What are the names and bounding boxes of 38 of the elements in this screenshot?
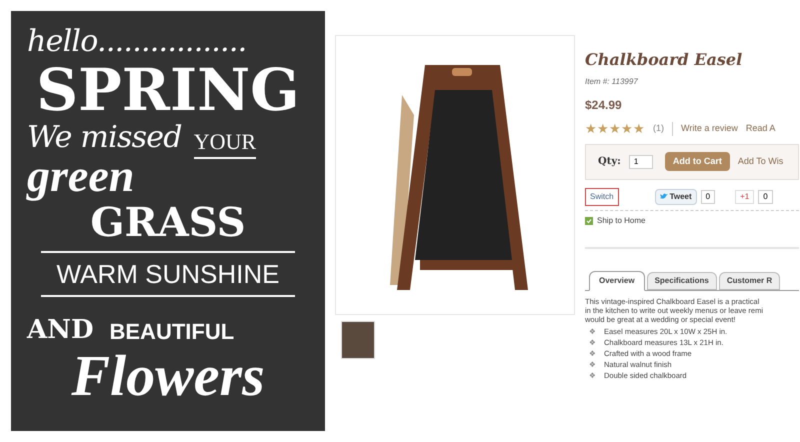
poster-block-text: BEAUTIFUL: [110, 321, 234, 343]
plus-one-count: 0: [758, 190, 773, 204]
tab[interactable]: Overview: [589, 270, 645, 290]
poster-script-text: We missed: [27, 123, 182, 153]
tab[interactable]: Customer R: [718, 272, 780, 290]
star-icon: ★: [633, 122, 645, 136]
check-icon: [586, 218, 592, 224]
plus-one-button[interactable]: +1: [735, 190, 754, 204]
tweet-count: 0: [700, 190, 716, 204]
switch-button[interactable]: Switch: [585, 188, 619, 206]
poster-script-text: Flowers: [71, 347, 265, 405]
add-to-wishlist-link[interactable]: Add To Wis: [738, 154, 784, 168]
star-icon: ★: [621, 122, 633, 136]
star-icon: ★: [597, 122, 609, 136]
qty-label: Qty:: [598, 155, 621, 169]
tab[interactable]: Specifications: [646, 272, 717, 290]
poster-block-text: AND: [27, 317, 94, 343]
item-number: Item #: 113997: [585, 76, 639, 88]
bird-icon: [660, 193, 668, 200]
price: $24.99: [585, 97, 623, 114]
add-to-cart-button[interactable]: Add to Cart: [664, 152, 730, 172]
poster-script-text: hello.................: [27, 27, 248, 57]
poster-ribbon-text: YOUR: [194, 131, 256, 159]
ship-to-home-checkbox[interactable]: [585, 216, 593, 224]
star-icon: ★: [609, 122, 621, 136]
review-count: (1): [653, 122, 664, 135]
ship-to-home-label: Ship to Home: [597, 214, 646, 226]
tweet-button[interactable]: Tweet: [654, 188, 697, 204]
thumbnail-image[interactable]: [341, 321, 375, 359]
star-icon: ★: [585, 122, 597, 136]
poster-banner-text: WARM SUNSHINE: [40, 251, 296, 297]
poster-block-text: GRASS: [90, 203, 246, 243]
poster-headline-text: SPRING: [36, 61, 300, 119]
read-reviews-link[interactable]: Read A: [746, 122, 776, 136]
write-review-link[interactable]: Write a review: [672, 122, 738, 136]
poster-script-text: green: [27, 153, 136, 199]
qty-field[interactable]: 1: [628, 154, 653, 168]
product-title: Chalkboard Easel: [585, 49, 744, 71]
